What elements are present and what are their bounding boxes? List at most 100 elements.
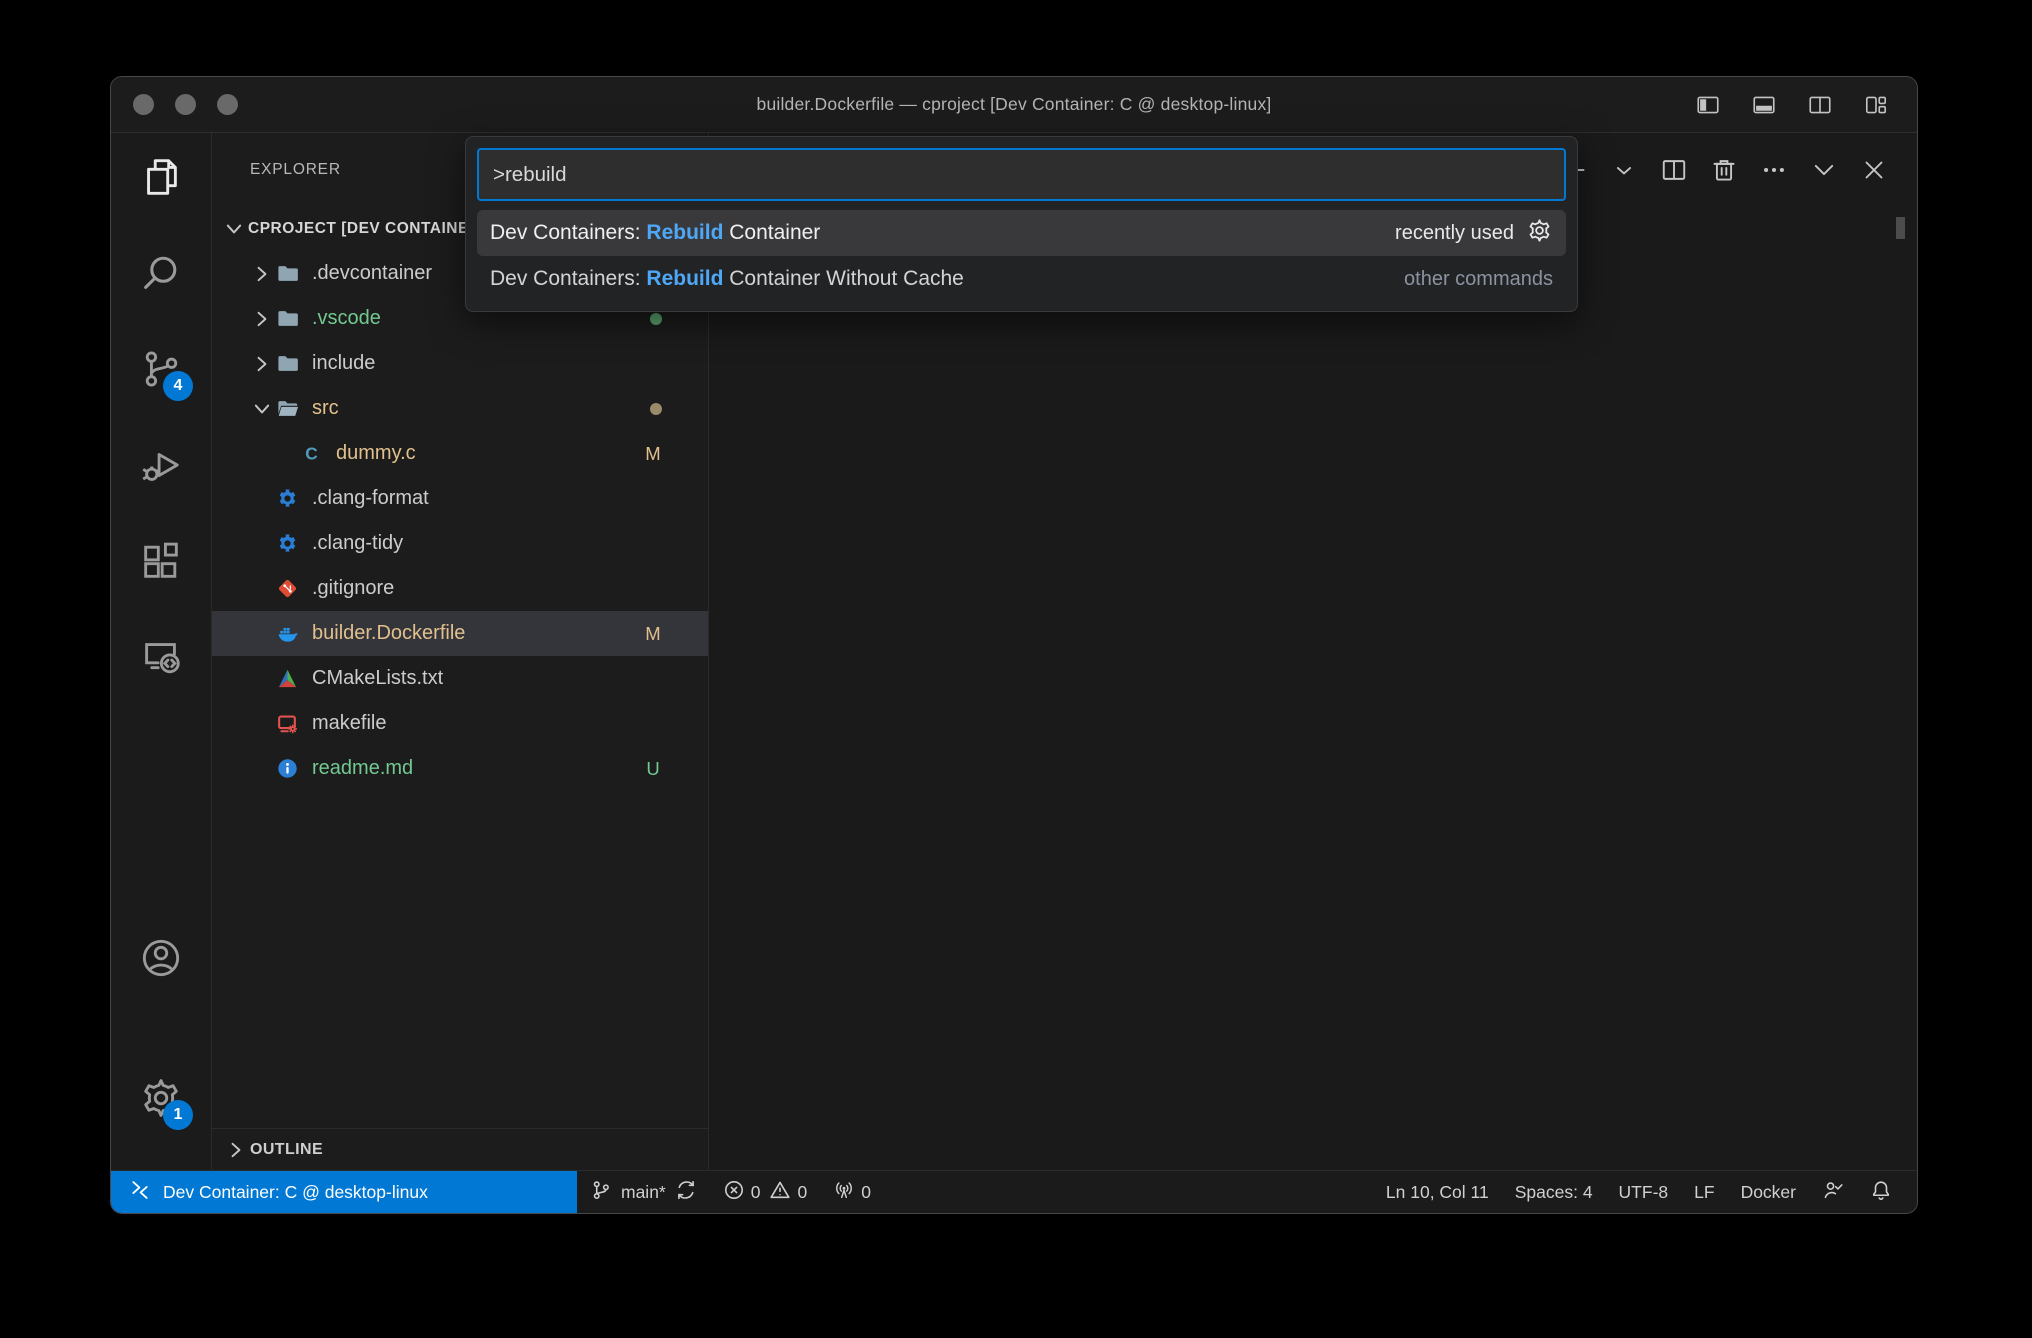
remote-icon	[129, 1179, 151, 1206]
eol-indicator[interactable]: LF	[1681, 1171, 1727, 1213]
feedback-icon	[1822, 1179, 1844, 1206]
terminal-dropdown-icon[interactable]	[1607, 153, 1641, 187]
tree-item-makefile[interactable]: makefile	[212, 701, 708, 746]
chevron-down-icon	[220, 215, 248, 243]
title-bar: builder.Dockerfile — cproject [Dev Conta…	[111, 77, 1917, 133]
tree-item-label: .vscode	[312, 307, 381, 330]
svg-text:C: C	[305, 443, 317, 463]
docker-icon	[276, 622, 299, 645]
scrollbar-thumb[interactable]	[1896, 217, 1905, 239]
hide-panel-icon[interactable]	[1807, 153, 1841, 187]
makefile-icon	[276, 712, 299, 735]
folder-icon	[276, 307, 299, 330]
chevron-right-icon	[248, 305, 276, 333]
tree-item-label: CMakeLists.txt	[312, 667, 443, 690]
gear-file-icon	[276, 487, 299, 510]
cursor-position-label: Ln 10, Col 11	[1386, 1182, 1489, 1203]
chevron-spacer	[248, 530, 276, 558]
sidebar-empty-space	[212, 791, 708, 1128]
tree-item-.clang-format[interactable]: .clang-format	[212, 476, 708, 521]
chevron-spacer	[248, 665, 276, 693]
git-status-badge: M	[636, 443, 670, 465]
language-label: Docker	[1741, 1182, 1796, 1203]
cursor-position[interactable]: Ln 10, Col 11	[1373, 1171, 1502, 1213]
account-icon	[138, 935, 184, 986]
chevron-spacer	[272, 440, 300, 468]
folder-open-icon	[276, 397, 299, 420]
palette-result-label: Dev Containers: Rebuild Container Withou…	[490, 267, 964, 291]
language-mode[interactable]: Docker	[1728, 1171, 1809, 1213]
zoom-window-button[interactable]	[217, 94, 238, 115]
sidebar-item-accounts[interactable]	[135, 934, 187, 986]
sidebar-item-manage[interactable]: 1	[135, 1074, 187, 1126]
notifications-button[interactable]	[1857, 1171, 1905, 1213]
kill-terminal-icon[interactable]	[1707, 153, 1741, 187]
sidebar-item-extensions[interactable]	[135, 537, 187, 589]
configure-keybinding-gear-icon[interactable]	[1526, 217, 1553, 250]
extensions-icon	[138, 538, 184, 589]
toggle-secondary-sidebar-icon[interactable]	[1805, 92, 1835, 118]
branch-indicator[interactable]: main*	[577, 1171, 710, 1213]
git-status-dot	[650, 313, 662, 325]
toggle-panel-icon[interactable]	[1749, 92, 1779, 118]
sidebar-item-search[interactable]	[135, 249, 187, 301]
tree-item-label: .gitignore	[312, 577, 394, 600]
customize-layout-icon[interactable]	[1861, 92, 1891, 118]
close-panel-icon[interactable]	[1857, 153, 1891, 187]
tree-item-label: .clang-format	[312, 487, 429, 510]
tree-item-label: builder.Dockerfile	[312, 622, 465, 645]
chevron-spacer	[248, 575, 276, 603]
tree-item-label: src	[312, 397, 339, 420]
close-window-button[interactable]	[133, 94, 154, 115]
encoding-indicator[interactable]: UTF-8	[1606, 1171, 1682, 1213]
tree-item-dummy.c[interactable]: Cdummy.cM	[212, 431, 708, 476]
feedback-button[interactable]	[1809, 1171, 1857, 1213]
source-control-badge: 4	[163, 371, 193, 401]
tree-item-src[interactable]: src	[212, 386, 708, 431]
git-status-badge: M	[636, 623, 670, 645]
palette-result-1[interactable]: Dev Containers: Rebuild Container Withou…	[477, 256, 1566, 302]
indentation-indicator[interactable]: Spaces: 4	[1502, 1171, 1606, 1213]
eol-label: LF	[1694, 1182, 1714, 1203]
ports-indicator[interactable]: 0	[820, 1171, 884, 1213]
layout-controls	[1693, 77, 1891, 132]
tree-item-.clang-tidy[interactable]: .clang-tidy	[212, 521, 708, 566]
tree-item-label: .clang-tidy	[312, 532, 403, 555]
tree-item-include[interactable]: include	[212, 341, 708, 386]
sidebar-item-run-debug[interactable]	[135, 441, 187, 493]
tree-item-label: .devcontainer	[312, 262, 432, 285]
panel-toolbar	[1557, 153, 1891, 187]
command-palette-input[interactable]	[477, 148, 1566, 201]
branch-label: main*	[621, 1182, 666, 1203]
chevron-down-icon	[248, 395, 276, 423]
toggle-primary-sidebar-icon[interactable]	[1693, 92, 1723, 118]
outline-section-header[interactable]: OUTLINE	[212, 1128, 708, 1170]
remote-indicator[interactable]: Dev Container: C @ desktop-linux	[111, 1171, 577, 1213]
remote-label: Dev Container: C @ desktop-linux	[163, 1182, 428, 1203]
tree-item-builder.dockerfile[interactable]: builder.Dockerfile M	[212, 611, 708, 656]
bell-icon	[1870, 1179, 1892, 1206]
palette-result-0[interactable]: Dev Containers: Rebuild Containerrecentl…	[477, 210, 1566, 256]
sidebar-item-explorer[interactable]	[135, 153, 187, 205]
sidebar-item-source-control[interactable]: 4	[135, 345, 187, 397]
split-terminal-icon[interactable]	[1657, 153, 1691, 187]
tree-item-readme.md[interactable]: readme.mdU	[212, 746, 708, 791]
tree-item-label: include	[312, 352, 375, 375]
command-palette-results: Dev Containers: Rebuild Containerrecentl…	[477, 210, 1566, 302]
problems-indicator[interactable]: 0 0	[710, 1171, 820, 1213]
minimize-window-button[interactable]	[175, 94, 196, 115]
tree-item-cmakelists.txt[interactable]: CMakeLists.txt	[212, 656, 708, 701]
chevron-right-icon	[248, 350, 276, 378]
remote-explorer-icon	[138, 634, 184, 685]
more-actions-icon[interactable]	[1757, 153, 1791, 187]
tree-item-label: readme.md	[312, 757, 413, 780]
match-highlight: Rebuild	[646, 267, 723, 290]
folder-icon	[276, 262, 299, 285]
search-icon	[138, 250, 184, 301]
encoding-label: UTF-8	[1619, 1182, 1669, 1203]
palette-result-meta: other commands	[1404, 268, 1553, 291]
chevron-spacer	[248, 755, 276, 783]
tree-item-.gitignore[interactable]: .gitignore	[212, 566, 708, 611]
indentation-label: Spaces: 4	[1515, 1182, 1593, 1203]
sidebar-item-remote-explorer[interactable]	[135, 633, 187, 685]
